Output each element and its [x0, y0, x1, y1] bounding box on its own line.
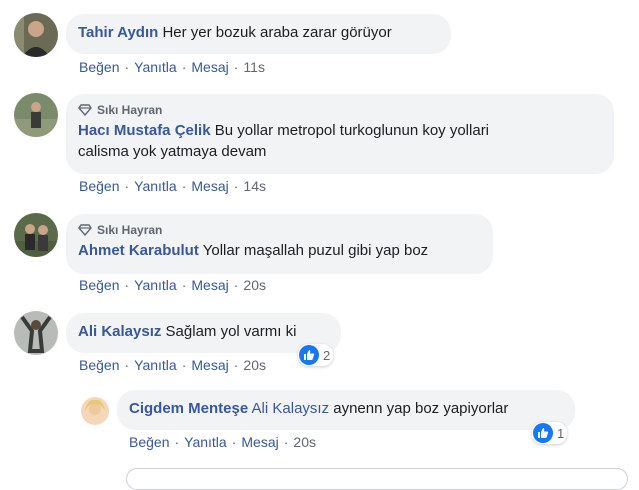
top-fan-badge: Sıkı Hayran: [78, 102, 602, 118]
comment-time[interactable]: 20s: [243, 277, 266, 293]
comment-text: Her yer bozuk araba zarar görüyor: [162, 24, 392, 41]
separator: ·: [181, 178, 187, 194]
reply-bubble: Cigdem Menteşe Ali Kalaysız aynenn yap b…: [117, 390, 575, 430]
avatar[interactable]: [14, 213, 58, 257]
reply-input[interactable]: [126, 468, 628, 490]
avatar[interactable]: [81, 397, 109, 425]
message-link[interactable]: Mesaj: [191, 357, 228, 373]
reaction-count[interactable]: 2: [298, 344, 334, 366]
top-fan-badge: Sıkı Hayran: [78, 222, 481, 238]
separator: ·: [233, 357, 239, 373]
reaction-number: 1: [557, 425, 565, 441]
separator: ·: [124, 178, 130, 194]
separator: ·: [124, 357, 130, 373]
separator: ·: [181, 277, 187, 293]
comment-bubble: Sıkı Hayran Hacı Mustafa Çelik Bu yollar…: [66, 94, 614, 174]
like-icon: [299, 345, 319, 365]
comment-time[interactable]: 11s: [243, 59, 265, 75]
comment-actions: Beğen · Yanıtla · Mesaj · 20s: [79, 277, 266, 293]
comment-bubble: Tahir Aydın Her yer bozuk araba zarar gö…: [66, 14, 451, 54]
reply-actions: Beğen · Yanıtla · Mesaj · 20s: [129, 434, 316, 450]
comment-bubble: Sıkı Hayran Ahmet Karabulut Yollar maşal…: [66, 214, 493, 274]
message-link[interactable]: Mesaj: [191, 277, 228, 293]
reply-text: aynenn yap boz yapiyorlar: [333, 400, 509, 417]
comment-text: Bu yollar metropol turkoglunun koy yolla…: [214, 122, 490, 139]
mention-link[interactable]: Ali Kalaysız: [252, 400, 330, 417]
reaction-number: 2: [323, 347, 331, 363]
separator: ·: [231, 434, 237, 450]
message-link[interactable]: Mesaj: [241, 434, 278, 450]
badge-label: Sıkı Hayran: [97, 223, 163, 237]
diamond-icon: [78, 224, 92, 236]
separator: ·: [233, 178, 239, 194]
separator: ·: [283, 434, 289, 450]
separator: ·: [233, 277, 239, 293]
separator: ·: [174, 434, 180, 450]
separator: ·: [124, 277, 130, 293]
like-link[interactable]: Beğen: [79, 277, 119, 293]
comment-author[interactable]: Hacı Mustafa Çelik: [78, 122, 211, 139]
separator: ·: [181, 357, 187, 373]
separator: ·: [181, 59, 187, 75]
avatar[interactable]: [14, 13, 58, 57]
comment-text: Yollar maşallah puzul gibi yap boz: [202, 242, 429, 259]
diamond-icon: [78, 104, 92, 116]
reaction-count[interactable]: 1: [532, 422, 568, 444]
reply-author[interactable]: Cigdem Menteşe: [129, 400, 248, 417]
separator: ·: [233, 59, 239, 75]
comment-author[interactable]: Ahmet Karabulut: [78, 242, 199, 259]
like-icon: [533, 423, 553, 443]
comment-actions: Beğen · Yanıtla · Mesaj · 14s: [79, 178, 266, 194]
like-link[interactable]: Beğen: [79, 59, 119, 75]
comment-actions: Beğen · Yanıtla · Mesaj · 11s: [79, 59, 265, 75]
avatar[interactable]: [14, 93, 58, 137]
message-link[interactable]: Mesaj: [191, 178, 228, 194]
reply-link[interactable]: Yanıtla: [134, 59, 177, 75]
like-link[interactable]: Beğen: [79, 357, 119, 373]
comment-text: Sağlam yol varmı ki: [165, 323, 297, 340]
comment-time[interactable]: 20s: [243, 357, 266, 373]
reply-time[interactable]: 20s: [293, 434, 316, 450]
comment-actions: Beğen · Yanıtla · Mesaj · 20s: [79, 357, 266, 373]
message-link[interactable]: Mesaj: [191, 59, 228, 75]
like-link[interactable]: Beğen: [129, 434, 169, 450]
comment-text-line2: calisma yok yatmaya devam: [78, 143, 267, 160]
comment-author[interactable]: Ali Kalaysız: [78, 323, 161, 340]
reply-link[interactable]: Yanıtla: [134, 178, 177, 194]
like-link[interactable]: Beğen: [79, 178, 119, 194]
badge-label: Sıkı Hayran: [97, 103, 163, 117]
comment-author[interactable]: Tahir Aydın: [78, 24, 158, 41]
reply-link[interactable]: Yanıtla: [184, 434, 227, 450]
reply-link[interactable]: Yanıtla: [134, 277, 177, 293]
separator: ·: [124, 59, 130, 75]
comment-time[interactable]: 14s: [243, 178, 266, 194]
reply-link[interactable]: Yanıtla: [134, 357, 177, 373]
avatar[interactable]: [14, 311, 58, 355]
